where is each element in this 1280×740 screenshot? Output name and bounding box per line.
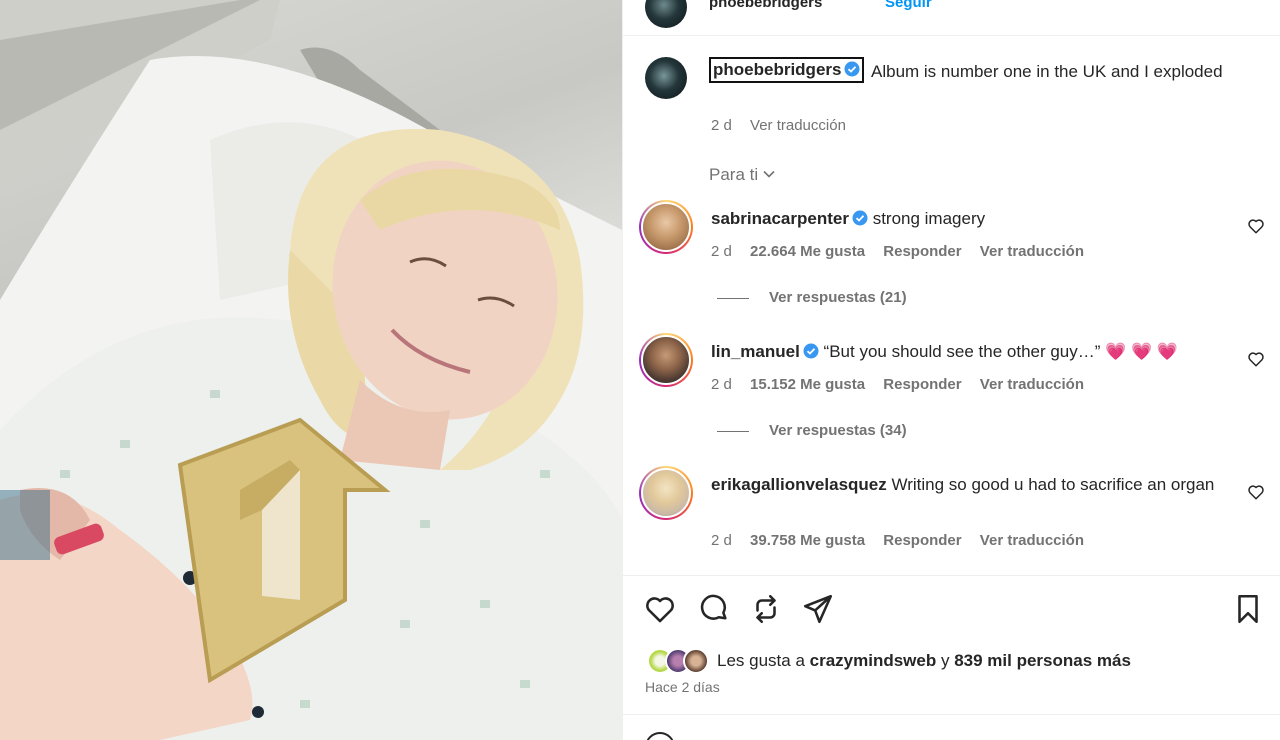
caption-avatar[interactable] bbox=[645, 57, 687, 99]
comment-likes[interactable]: 22.664 Me gusta bbox=[750, 243, 865, 260]
translate-link[interactable]: Ver traducción bbox=[980, 243, 1084, 260]
actions-divider bbox=[623, 575, 1280, 576]
comment-icon[interactable] bbox=[697, 592, 731, 626]
translate-link[interactable]: Ver traducción bbox=[980, 532, 1084, 549]
post-details-panel: phoebebridgers Seguir Album is number on… bbox=[622, 0, 1280, 740]
liker-avatars bbox=[647, 648, 713, 674]
likes-prefix: Les gusta a bbox=[717, 651, 805, 670]
comment-time: 2 d bbox=[711, 532, 732, 549]
reply-button[interactable]: Responder bbox=[883, 532, 961, 549]
composer-divider bbox=[623, 714, 1280, 715]
comment-time: 2 d bbox=[711, 376, 732, 393]
comment-like-heart-icon[interactable] bbox=[1247, 350, 1265, 368]
liker-avatar bbox=[683, 648, 709, 674]
post-image bbox=[0, 0, 622, 740]
comment-avatar-sabrinacarpenter[interactable] bbox=[639, 200, 693, 254]
verified-badge-icon bbox=[844, 61, 860, 77]
comment-avatar-lin-manuel[interactable] bbox=[639, 333, 693, 387]
caption-time: 2 d bbox=[711, 117, 732, 134]
caption-meta: 2 d Ver traducción bbox=[711, 117, 860, 134]
reply-button[interactable]: Responder bbox=[883, 376, 961, 393]
comment-likes[interactable]: 15.152 Me gusta bbox=[750, 376, 865, 393]
follow-button[interactable]: Seguir bbox=[885, 0, 932, 11]
comment-like-heart-icon[interactable] bbox=[1247, 483, 1265, 501]
author-username[interactable]: phoebebridgers bbox=[709, 0, 822, 11]
comment-avatar-erikagallionvelasquez[interactable] bbox=[639, 466, 693, 520]
composer-avatar[interactable] bbox=[645, 732, 675, 740]
verified-badge-icon bbox=[852, 210, 868, 226]
comment-meta: 2 d 39.758 Me gusta Responder Ver traduc… bbox=[711, 532, 1098, 549]
comment-sort-dropdown[interactable]: Para ti bbox=[709, 165, 776, 185]
caption-translate-link[interactable]: Ver traducción bbox=[750, 117, 846, 134]
comment-username[interactable]: erikagallionvelasquez bbox=[711, 475, 887, 494]
post-header: phoebebridgers Seguir bbox=[623, 0, 1280, 36]
comment-sabrinacarpenter: sabrinacarpenter strong imagery bbox=[711, 206, 1231, 231]
share-icon[interactable] bbox=[801, 592, 835, 626]
comment-username[interactable]: lin_manuel bbox=[711, 342, 800, 361]
comment-like-heart-icon[interactable] bbox=[1247, 217, 1265, 235]
heart-icon[interactable] bbox=[643, 592, 677, 626]
comment-erikagallionvelasquez: erikagallionvelasquez Writing so good u … bbox=[711, 472, 1231, 497]
likes-count[interactable]: 839 mil personas más bbox=[954, 651, 1131, 670]
likes-user[interactable]: crazymindsweb bbox=[810, 651, 937, 670]
replies-divider bbox=[717, 430, 749, 432]
replies-divider bbox=[717, 297, 749, 299]
comment-text: Writing so good u had to sacrifice an or… bbox=[891, 475, 1215, 494]
comment-time: 2 d bbox=[711, 243, 732, 260]
view-replies-button[interactable]: Ver respuestas (34) bbox=[717, 422, 907, 439]
comment-likes[interactable]: 39.758 Me gusta bbox=[750, 532, 865, 549]
posted-time: Hace 2 días bbox=[645, 679, 720, 695]
author-avatar[interactable] bbox=[645, 0, 687, 28]
comment-username[interactable]: sabrinacarpenter bbox=[711, 209, 849, 228]
comment-meta: 2 d 22.664 Me gusta Responder Ver traduc… bbox=[711, 243, 1098, 260]
reply-button[interactable]: Responder bbox=[883, 243, 961, 260]
repost-icon[interactable] bbox=[749, 592, 783, 626]
likes-connector: y bbox=[940, 651, 950, 670]
chevron-down-icon bbox=[763, 170, 775, 178]
comment-text: “But you should see the other guy…” 💗 💗 … bbox=[823, 342, 1179, 361]
translate-link[interactable]: Ver traducción bbox=[980, 376, 1084, 393]
verified-badge-icon bbox=[803, 343, 819, 359]
bookmark-icon[interactable] bbox=[1231, 592, 1265, 626]
comment-meta: 2 d 15.152 Me gusta Responder Ver traduc… bbox=[711, 376, 1098, 393]
comment-text: strong imagery bbox=[872, 209, 986, 228]
view-replies-button[interactable]: Ver respuestas (21) bbox=[717, 289, 907, 306]
post-photo[interactable] bbox=[0, 0, 622, 740]
sort-label: Para ti bbox=[709, 165, 759, 184]
comment-lin-manuel: lin_manuel “But you should see the other… bbox=[711, 339, 1231, 364]
caption-username[interactable]: phoebebridgers bbox=[709, 57, 865, 83]
